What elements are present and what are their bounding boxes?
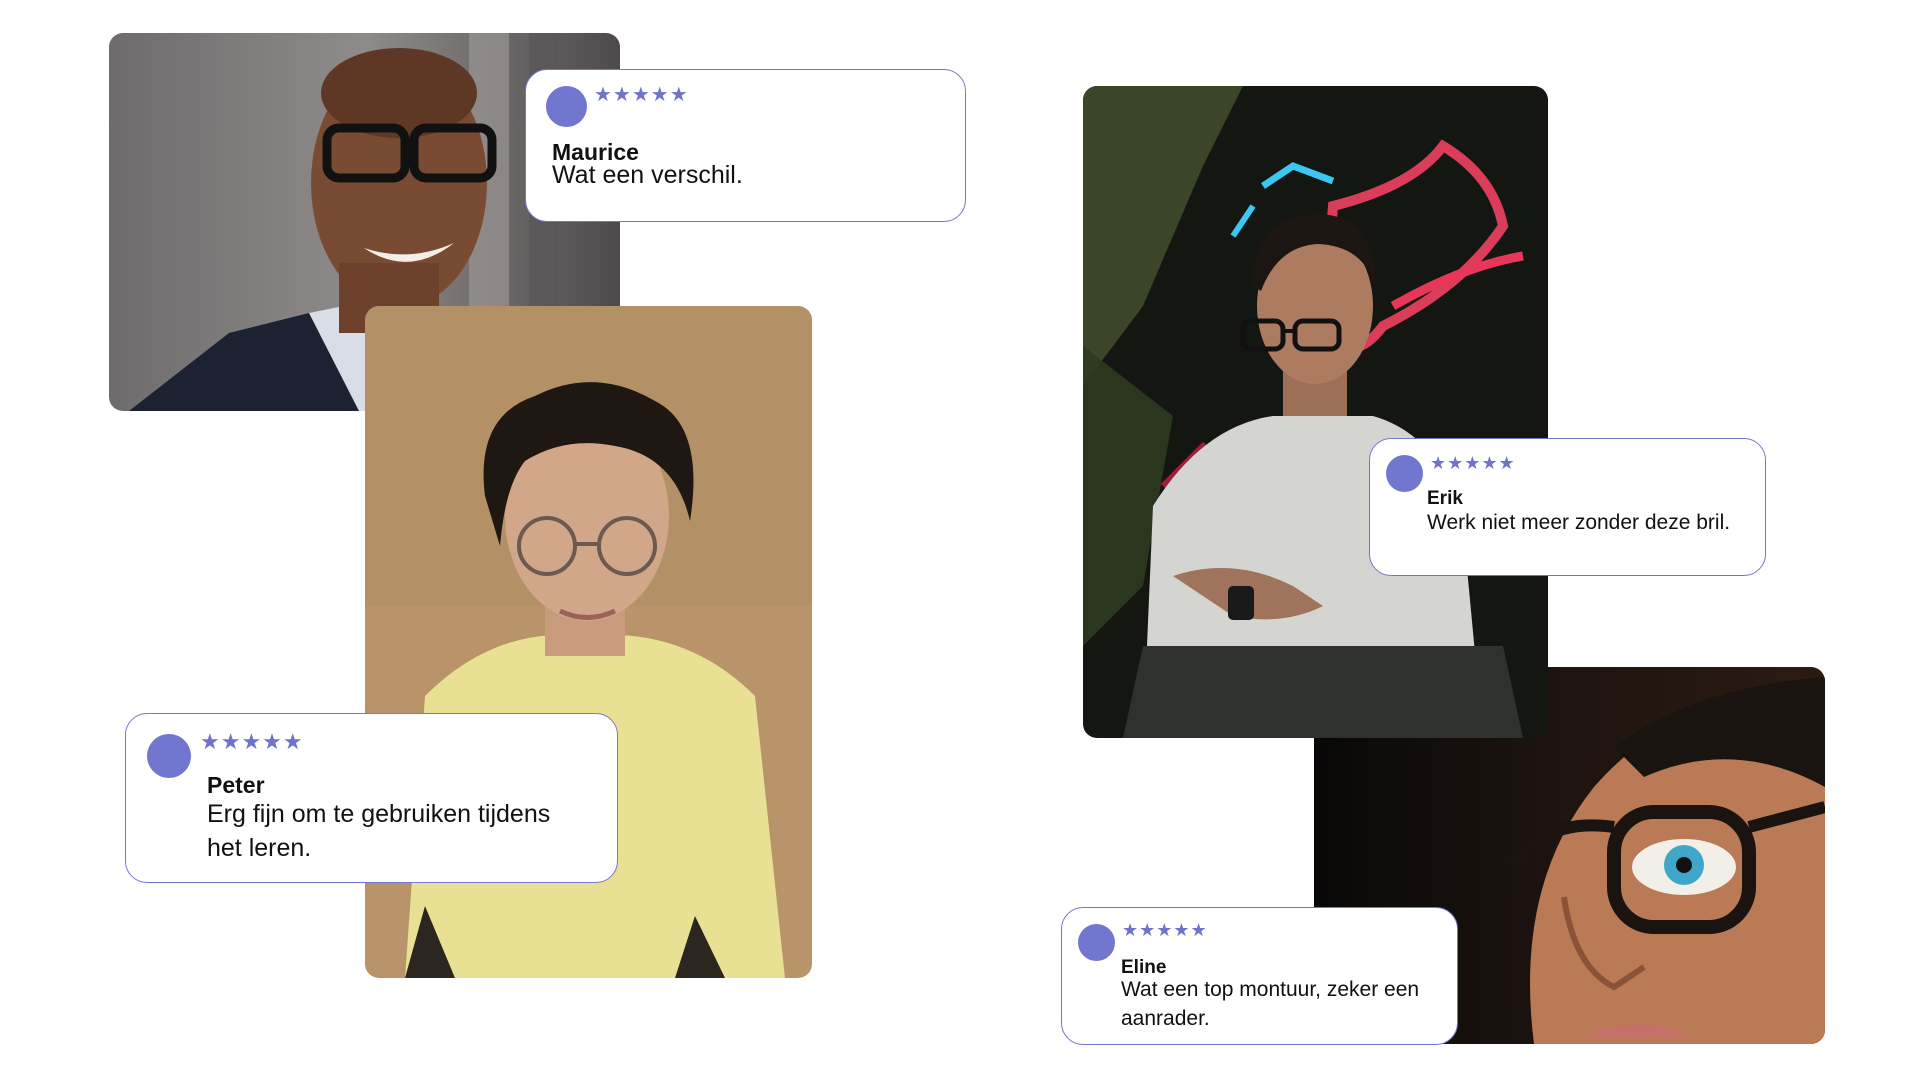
avatar xyxy=(147,734,191,778)
reviewer-name: Peter xyxy=(207,772,265,798)
review-text: Wat een top montuur, zeker een aanrader. xyxy=(1121,978,1420,1030)
review-card-peter: ★★★★★ Peter Erg fijn om te gebruiken tij… xyxy=(125,713,618,883)
star-rating: ★★★★★ xyxy=(594,84,689,106)
review-text: Werk niet meer zonder deze bril. xyxy=(1427,511,1731,534)
review-text: Erg fijn om te gebruiken tijdens het ler… xyxy=(207,800,551,862)
review-card-erik: ★★★★★ Erik Werk niet meer zonder deze br… xyxy=(1369,438,1766,576)
photo-erik xyxy=(1083,86,1548,738)
review-card-eline: ★★★★★ Eline Wat een top montuur, zeker e… xyxy=(1061,907,1458,1045)
testimonials-collage: ★★★★★ Maurice Wat een verschil. ★★★★★ Pe… xyxy=(0,0,1920,1080)
avatar xyxy=(1078,924,1115,961)
star-rating: ★★★★★ xyxy=(1430,453,1516,473)
star-rating: ★★★★★ xyxy=(200,729,304,754)
review-text: Wat een verschil. xyxy=(552,161,743,189)
star-rating: ★★★★★ xyxy=(1122,920,1208,940)
review-card-maurice: ★★★★★ Maurice Wat een verschil. xyxy=(525,69,966,222)
reviewer-name: Erik xyxy=(1427,488,1463,509)
avatar xyxy=(546,86,587,127)
avatar xyxy=(1386,455,1423,492)
